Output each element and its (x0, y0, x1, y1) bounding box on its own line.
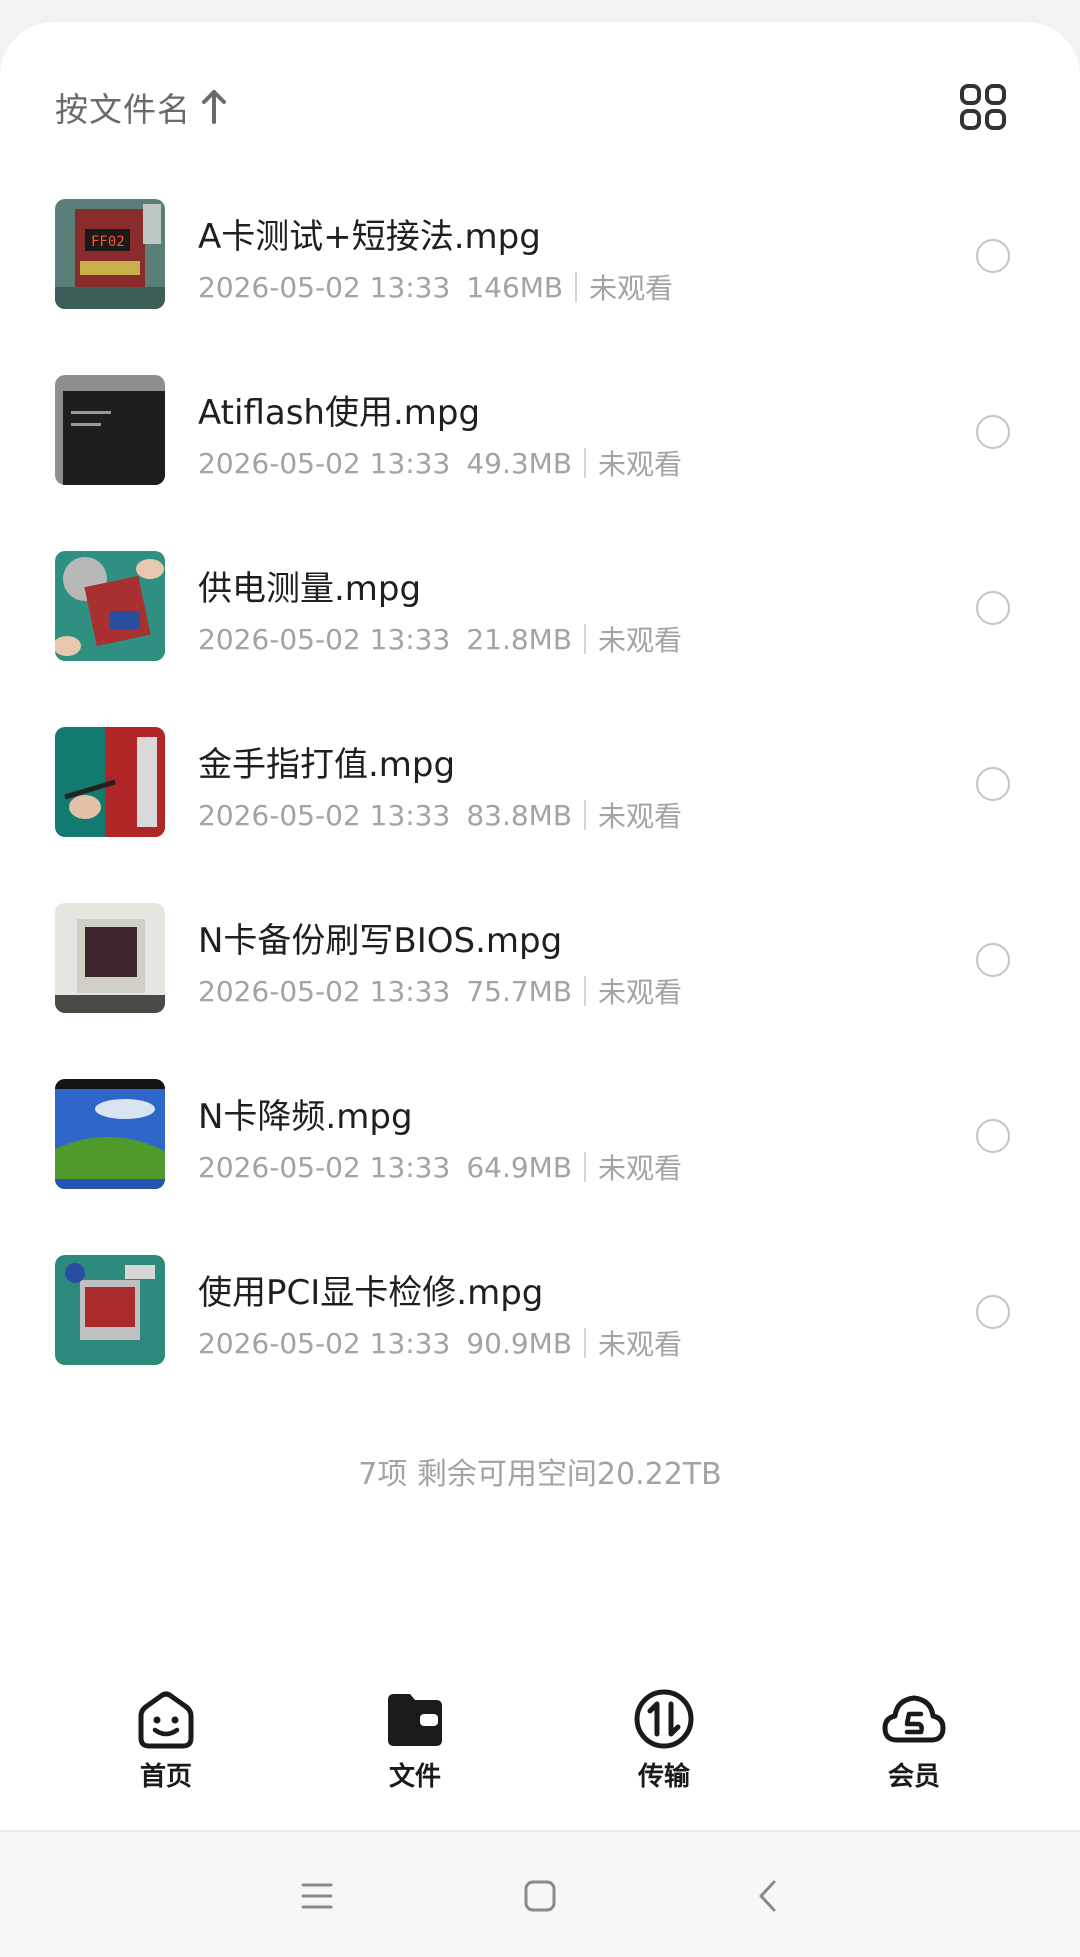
file-size: 83.8MB (466, 798, 573, 832)
grid-view-icon (960, 84, 1006, 130)
tab-files[interactable]: 文件 (335, 1680, 495, 1800)
video-thumbnail (55, 727, 165, 837)
watch-status: 未观看 (598, 800, 683, 833)
select-checkbox[interactable] (976, 1295, 1010, 1329)
meta-divider (575, 272, 578, 302)
tab-member[interactable]: 会员 (834, 1680, 994, 1800)
transfer-icon (634, 1689, 694, 1749)
cloud-member-icon (882, 1695, 946, 1743)
tab-transfer[interactable]: 传输 (584, 1680, 744, 1800)
file-name: 金手指打值.mpg (198, 745, 456, 785)
watch-status: 未观看 (589, 272, 674, 305)
file-date: 2026-05-02 13:33 (198, 798, 451, 832)
system-navigation-bar (0, 1830, 1080, 1957)
watch-status: 未观看 (598, 448, 683, 481)
file-size: 90.9MB (466, 1326, 573, 1360)
file-row[interactable]: N卡备份刷写BIOS.mpg 2026-05-02 13:33 75.7MB 未… (0, 873, 1080, 1049)
file-date: 2026-05-02 13:33 (198, 974, 451, 1008)
file-row[interactable]: 使用PCI显卡检修.mpg 2026-05-02 13:33 90.9MB 未观… (0, 1225, 1080, 1401)
watch-status: 未观看 (598, 1152, 683, 1185)
home-square-icon (524, 1880, 556, 1912)
meta-divider (584, 1328, 587, 1358)
file-row[interactable]: N卡降频.mpg 2026-05-02 13:33 64.9MB 未观看 (0, 1049, 1080, 1225)
file-meta: 2026-05-02 13:33 146MB 未观看 (198, 267, 673, 307)
select-checkbox[interactable] (976, 1119, 1010, 1153)
meta-divider (584, 800, 587, 830)
file-meta: 2026-05-02 13:33 75.7MB 未观看 (198, 971, 682, 1011)
file-row[interactable]: Atiflash使用.mpg 2026-05-02 13:33 49.3MB 未… (0, 345, 1080, 521)
file-size: 64.9MB (466, 1150, 573, 1184)
watch-status: 未观看 (598, 976, 683, 1009)
storage-summary: 7项 剩余可用空间20.22TB (358, 1457, 722, 1492)
grid-view-toggle[interactable] (936, 62, 1030, 152)
video-thumbnail (55, 1079, 165, 1189)
file-meta: 2026-05-02 13:33 64.9MB 未观看 (198, 1147, 682, 1187)
meta-divider (584, 624, 587, 654)
tab-home[interactable]: 首页 (86, 1680, 246, 1800)
file-row[interactable]: FF02 A卡测试+短接法.mpg 2026-05-02 13:33 146MB… (0, 169, 1080, 345)
file-date: 2026-05-02 13:33 (198, 1326, 451, 1360)
back-icon (759, 1880, 776, 1912)
video-thumbnail (55, 375, 165, 485)
meta-divider (584, 448, 587, 478)
select-checkbox[interactable] (976, 239, 1010, 273)
file-size: 21.8MB (466, 622, 573, 656)
recent-apps-button[interactable] (287, 1868, 347, 1924)
file-meta: 2026-05-02 13:33 83.8MB 未观看 (198, 795, 682, 835)
select-checkbox[interactable] (976, 943, 1010, 977)
svg-text:FF02: FF02 (91, 234, 125, 250)
watch-status: 未观看 (598, 624, 683, 657)
video-thumbnail: FF02 (55, 199, 165, 309)
file-size: 146MB (466, 270, 564, 304)
meta-divider (584, 976, 587, 1006)
video-thumbnail (55, 1255, 165, 1365)
file-meta: 2026-05-02 13:33 21.8MB 未观看 (198, 619, 682, 659)
file-name: 供电测量.mpg (198, 569, 422, 609)
file-name: 使用PCI显卡检修.mpg (198, 1273, 544, 1313)
video-thumbnail (55, 903, 165, 1013)
tab-files-label: 文件 (388, 1762, 441, 1792)
file-name: A卡测试+短接法.mpg (198, 217, 541, 257)
back-button[interactable] (737, 1868, 797, 1924)
file-meta: 2026-05-02 13:33 90.9MB 未观看 (198, 1323, 682, 1363)
file-date: 2026-05-02 13:33 (198, 622, 451, 656)
file-date: 2026-05-02 13:33 (198, 446, 451, 480)
file-name: N卡备份刷写BIOS.mpg (198, 921, 563, 961)
sort-label: 按文件名 (55, 90, 191, 129)
watch-status: 未观看 (598, 1328, 683, 1361)
file-date: 2026-05-02 13:33 (198, 270, 451, 304)
file-name: N卡降频.mpg (198, 1097, 413, 1137)
file-meta: 2026-05-02 13:33 49.3MB 未观看 (198, 443, 682, 483)
meta-divider (584, 1152, 587, 1182)
file-date: 2026-05-02 13:33 (198, 1150, 451, 1184)
bottom-tab-bar: 首页 文件 传输 会员 (0, 1680, 1080, 1830)
tab-transfer-label: 传输 (637, 1762, 690, 1792)
file-size: 75.7MB (466, 974, 573, 1008)
file-list: FF02 A卡测试+短接法.mpg 2026-05-02 13:33 146MB… (0, 169, 1080, 1401)
folder-icon (388, 1694, 442, 1746)
tab-member-label: 会员 (887, 1762, 940, 1792)
sort-control[interactable]: 按文件名 (55, 67, 227, 147)
file-row[interactable]: 金手指打值.mpg 2026-05-02 13:33 83.8MB 未观看 (0, 697, 1080, 873)
file-row[interactable]: 供电测量.mpg 2026-05-02 13:33 21.8MB 未观看 (0, 521, 1080, 697)
file-size: 49.3MB (466, 446, 573, 480)
select-checkbox[interactable] (976, 767, 1010, 801)
home-face-icon (138, 1691, 194, 1749)
home-button[interactable] (510, 1868, 570, 1924)
file-browser-sheet: 按文件名 FF02 A卡测试+短接法.mpg 2026-05-02 13:33 … (0, 22, 1080, 1832)
file-name: Atiflash使用.mpg (198, 393, 481, 433)
menu-icon (301, 1883, 333, 1909)
arrow-up-icon (202, 90, 226, 124)
select-checkbox[interactable] (976, 591, 1010, 625)
select-checkbox[interactable] (976, 415, 1010, 449)
video-thumbnail (55, 551, 165, 661)
tab-home-label: 首页 (139, 1762, 192, 1792)
